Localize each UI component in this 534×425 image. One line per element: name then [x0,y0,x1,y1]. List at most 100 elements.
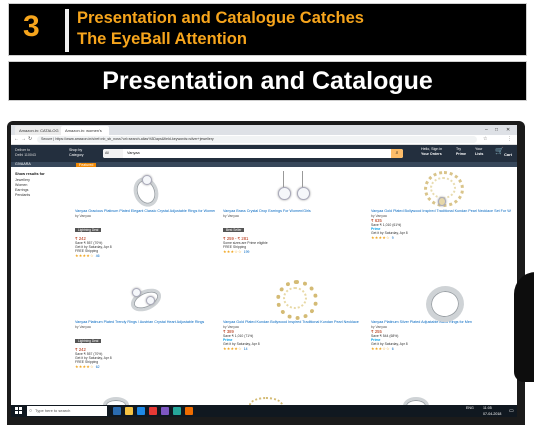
product-image[interactable] [120,280,170,320]
star-icon[interactable]: ☆ [483,135,487,144]
rating-stars: ★★★★☆ [75,253,94,259]
slide-header-banner: 3 Presentation and Catalogue Catches The… [8,3,527,56]
browser-tab[interactable]: Amazon.in: CATALOG [15,126,63,135]
filter-item[interactable]: Pendants [15,193,75,198]
product-rating[interactable]: ★★★★☆ 46 [75,253,215,259]
headline-line-2: The EyeBall Attention [77,30,247,48]
review-count[interactable]: 14 [244,347,248,351]
review-count[interactable]: 6 [392,347,394,351]
language-indicator[interactable]: ENG [466,405,474,411]
deal-badge: Lightning Deal [75,338,102,343]
category-label: Category [69,152,84,157]
product-card[interactable]: Vanyaa Platinum Silver Plated Adjustable… [371,280,511,352]
file-explorer-icon[interactable] [125,407,133,415]
product-image-peek [391,395,441,415]
clock-date: 07-04-2018 [483,412,502,416]
shop-by-category[interactable]: Shop by Category [69,148,84,157]
minimize-icon[interactable]: – [485,125,488,135]
deal-badge: Lightning Deal [75,227,102,232]
rating-stars: ★★★★☆ [371,235,390,241]
search-box: All Vanyaa ⌕ [103,149,403,158]
product-title[interactable]: Vanyaa Gold Plated Kundan Bollywood Insp… [223,320,363,325]
product-card[interactable]: Vanyaa Gold Plated Bollywood Inspired Tr… [371,169,511,241]
search-icon[interactable]: ⌕ [391,149,403,158]
rating-stars: ★★★☆☆ [371,346,390,352]
product-card[interactable]: Vanyaa Gold Plated Kundan Bollywood Insp… [223,280,363,352]
product-rating[interactable]: ★★★☆☆ 6 [371,346,511,352]
cart-label[interactable]: Cart [504,152,512,157]
product-rating[interactable]: ★★★☆☆ 199 [223,249,363,255]
back-icon[interactable]: ← [14,135,19,144]
search-icon: ○ [29,408,33,414]
screen: Amazon.in: CATALOG Amazon.in: women's – … [11,125,517,417]
review-count[interactable]: 199 [244,250,250,254]
shop-by-label: Shop by [69,148,83,152]
windows-taskbar: ○ Type here to search ENG 11:05 07-04-20… [11,405,517,417]
try-prime[interactable]: Try Prime [456,147,466,156]
search-input[interactable]: Vanyaa [127,149,140,158]
presenter-silhouette [514,272,534,382]
search-department-select[interactable]: All [103,149,123,158]
app-icon[interactable] [185,407,193,415]
product-brand: by Vanyaa [75,213,91,218]
notification-icon[interactable]: ▭ [509,405,514,417]
product-rating[interactable]: ★★★★☆ 14 [223,346,363,352]
product-image[interactable] [268,280,318,320]
forward-icon[interactable]: → [21,135,26,144]
product-brand: by Vanyaa [223,213,239,218]
filter-heading: Show results for [15,172,45,176]
product-image[interactable] [416,169,466,209]
edge-icon[interactable] [137,407,145,415]
product-image[interactable] [120,169,170,211]
maximize-icon[interactable]: □ [495,125,498,135]
product-brand: by Vanyaa [75,324,91,329]
reload-icon[interactable]: ↻ [28,135,32,144]
taskbar-search[interactable]: ○ Type here to search [27,406,107,416]
taskbar-search-placeholder: Type here to search [35,408,71,413]
rating-stars: ★★★★☆ [75,364,94,370]
lists-line-2: Lists [475,151,484,156]
deliver-location: Delhi 110043 [15,152,36,157]
product-rating[interactable]: ★★★★☆ 9 [371,235,511,241]
try-line-2: Prime [456,151,466,156]
browser-toolbar: ← → ↻ Secure | https://www.amazon.in/s/r… [11,135,517,145]
cart-icon[interactable]: 🛒 [495,147,504,155]
filter-sidebar: Show results for Jewellery Women Earring… [15,172,75,198]
review-count[interactable]: 9 [392,236,394,240]
section-title: Presentation and Catalogue [102,67,433,95]
product-title[interactable]: Vanyaa Gold Plated Bollywood Inspired Tr… [371,209,511,214]
browser-tab-bar: Amazon.in: CATALOG Amazon.in: women's – … [11,125,517,135]
product-image[interactable] [416,280,467,326]
slide-number: 3 [23,10,40,43]
clock[interactable]: 11:05 07-04-2018 [483,405,501,417]
task-view-icon[interactable] [113,407,121,415]
close-icon[interactable]: ✕ [506,125,510,135]
product-image-peek [91,395,141,413]
browser-tab-active[interactable]: Amazon.in: women's [61,126,109,135]
section-title-banner: Presentation and Catalogue [8,61,527,101]
product-card[interactable]: Vanyaa Platinum Plated Trendy Rings / Au… [75,280,215,370]
review-count[interactable]: 46 [96,254,100,258]
header-divider [65,9,69,52]
chrome-icon[interactable] [149,407,157,415]
lists-line-1: Your [475,147,483,151]
rating-stars: ★★★☆☆ [223,248,242,254]
product-card[interactable]: Vanyaa Gracious Platinum Plated Elegant … [75,169,215,259]
product-title[interactable]: Vanyaa Gracious Platinum Plated Elegant … [75,209,215,214]
product-card[interactable]: Vanyaa Brass Crystal Drop Earrings For W… [223,169,363,255]
windows-start-icon[interactable] [15,407,22,414]
subnav-brand[interactable]: GIVAARA [15,162,31,167]
address-bar[interactable]: Secure | https://www.amazon.in/s/ref=nb_… [37,136,477,143]
menu-icon[interactable]: ⋮ [507,135,512,144]
review-count[interactable]: 62 [96,365,100,369]
product-image[interactable] [268,169,318,209]
your-lists[interactable]: Your Lists [475,147,483,156]
account-menu[interactable]: Hello, Sign in Your Orders [421,147,442,156]
app-icon[interactable] [173,407,181,415]
app-icon[interactable] [161,407,169,415]
product-title[interactable]: Vanyaa Platinum Plated Trendy Rings / Au… [75,320,215,325]
sort-badge[interactable]: Featured [76,163,97,167]
product-rating[interactable]: ★★★★☆ 62 [75,364,215,370]
deliver-to[interactable]: Deliver to Delhi 110043 [15,148,36,157]
headline-line-1: Presentation and Catalogue Catches [77,9,364,27]
